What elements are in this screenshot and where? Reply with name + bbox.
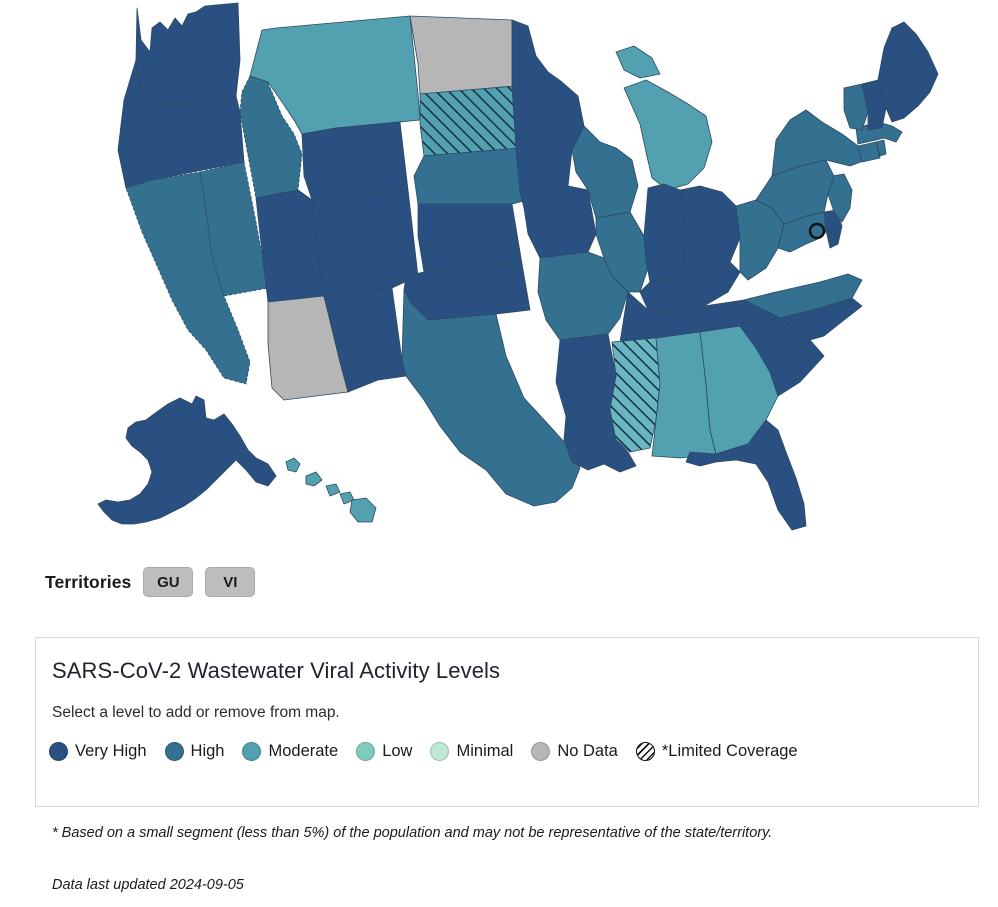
legend-label-no-data: No Data xyxy=(557,742,618,760)
legend-item-limited-coverage[interactable]: *Limited Coverage xyxy=(635,742,798,761)
legend-label-very-high: Very High xyxy=(75,742,147,760)
state-OK[interactable] xyxy=(403,263,531,321)
state-KS[interactable] xyxy=(417,203,523,273)
state-ME[interactable] xyxy=(877,21,939,123)
footnote-last-updated: Data last updated 2024-09-05 xyxy=(52,877,244,893)
legend-swatch-no-data xyxy=(531,742,551,761)
state-WY[interactable] xyxy=(301,121,409,201)
state-SD[interactable] xyxy=(419,85,521,157)
state-NE[interactable] xyxy=(413,147,529,213)
state-AR[interactable] xyxy=(555,333,617,417)
us-choropleth-map[interactable] xyxy=(0,0,998,545)
state-IA[interactable] xyxy=(519,185,597,259)
map-svg xyxy=(97,2,939,531)
territory-chip-vi[interactable]: VI xyxy=(205,567,256,597)
legend-item-low[interactable]: Low xyxy=(356,742,412,761)
legend-swatch-limited-coverage-icon xyxy=(635,742,655,761)
wastewater-map-page: Territories GU VI SARS-CoV-2 Wastewater … xyxy=(0,0,998,907)
state-WA[interactable] xyxy=(135,2,241,109)
legend-title: SARS-CoV-2 Wastewater Viral Activity Lev… xyxy=(52,658,501,683)
legend-item-no-data[interactable]: No Data xyxy=(531,742,618,761)
legend-swatch-low xyxy=(356,742,376,761)
state-MN[interactable] xyxy=(511,19,585,193)
legend-swatch-high xyxy=(164,742,184,761)
state-IN[interactable] xyxy=(643,183,687,283)
legend-swatch-very-high xyxy=(49,742,68,761)
state-ND[interactable] xyxy=(409,15,517,95)
states-layer xyxy=(97,2,939,531)
territory-chip-gu[interactable]: GU xyxy=(143,567,194,597)
state-MS[interactable] xyxy=(609,337,661,453)
legend-item-very-high[interactable]: Very High xyxy=(49,742,147,761)
legend-label-moderate: Moderate xyxy=(268,742,339,760)
state-CO[interactable] xyxy=(311,189,419,297)
territories-label: Territories xyxy=(45,571,132,592)
territories-row: Territories GU VI xyxy=(45,566,256,598)
legend-subtitle: Select a level to add or remove from map… xyxy=(52,704,340,721)
legend-item-minimal[interactable]: Minimal xyxy=(430,742,513,761)
legend-label-minimal: Minimal xyxy=(456,742,514,760)
legend-label-limited-coverage: *Limited Coverage xyxy=(661,742,798,760)
legend-card: SARS-CoV-2 Wastewater Viral Activity Lev… xyxy=(35,637,979,807)
legend-swatch-minimal xyxy=(430,742,450,761)
legend-item-high[interactable]: High xyxy=(164,742,225,761)
legend-label-low: Low xyxy=(382,742,413,760)
state-HI[interactable] xyxy=(285,457,377,523)
legend-items: Very High High Moderate Low Minimal No D… xyxy=(49,742,816,761)
state-AK[interactable] xyxy=(97,395,277,525)
legend-swatch-moderate xyxy=(242,742,262,761)
legend-item-moderate[interactable]: Moderate xyxy=(242,742,338,761)
legend-label-high: High xyxy=(190,742,225,760)
footnote-limited-coverage: * Based on a small segment (less than 5%… xyxy=(52,825,773,841)
